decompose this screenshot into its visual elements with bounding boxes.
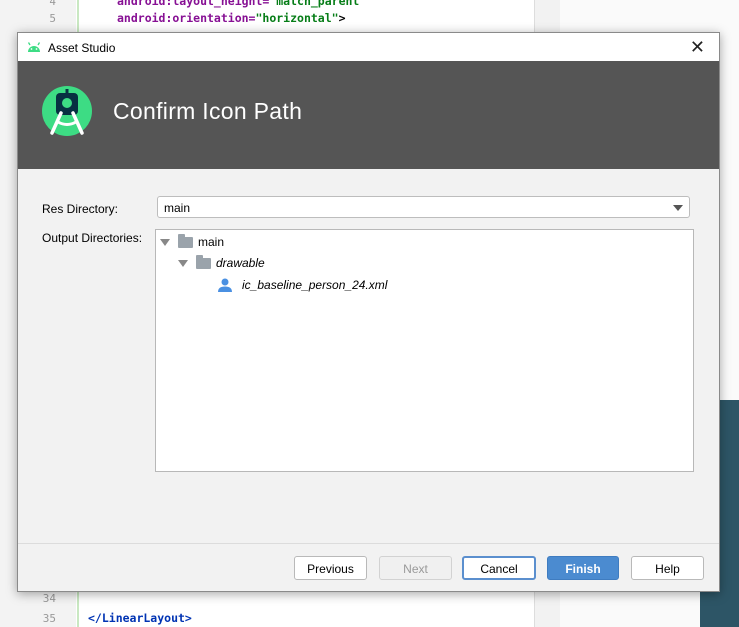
expand-triangle-icon[interactable] xyxy=(178,259,188,267)
line-number: 4 xyxy=(49,0,56,8)
code-attr: android:orientation= xyxy=(117,11,256,25)
code-string: "horizontal" xyxy=(255,11,339,25)
res-directory-value: main xyxy=(164,201,191,215)
tree-node-main[interactable]: main xyxy=(160,233,225,249)
tree-node-label: ic_baseline_person_24.xml xyxy=(242,278,388,292)
footer-divider xyxy=(18,543,719,544)
output-directories-tree[interactable]: main drawable ic_baseline_person_24.xml xyxy=(155,229,694,472)
dialog-heading: Confirm Icon Path xyxy=(113,98,303,124)
folder-icon xyxy=(196,254,211,269)
tree-node-label: main xyxy=(198,235,225,249)
line-number: 5 xyxy=(49,12,56,25)
res-directory-select[interactable]: main xyxy=(157,196,690,218)
asset-studio-dialog: Asset Studio ✕ Confirm Icon Path Res Dir… xyxy=(17,32,720,592)
code-line: android:layout_height="match_parent" xyxy=(117,0,366,8)
line-number: 35 xyxy=(42,612,56,625)
code-line: android:orientation="horizontal"> xyxy=(117,11,346,25)
android-studio-logo-icon xyxy=(42,86,92,136)
chevron-down-icon xyxy=(673,205,683,211)
dialog-banner: Confirm Icon Path xyxy=(18,61,719,169)
cancel-button[interactable]: Cancel xyxy=(462,556,536,580)
tree-node-label: drawable xyxy=(216,256,265,270)
output-directories-label: Output Directories: xyxy=(42,231,143,245)
code-punct: > xyxy=(338,11,346,25)
code-string: "match_parent" xyxy=(269,0,367,8)
tree-node-file[interactable]: ic_baseline_person_24.xml xyxy=(217,277,387,293)
close-icon[interactable]: ✕ xyxy=(690,37,705,57)
dialog-title: Asset Studio xyxy=(48,41,116,55)
tree-node-drawable[interactable]: drawable xyxy=(178,254,265,270)
finish-button[interactable]: Finish xyxy=(547,556,619,580)
previous-button[interactable]: Previous xyxy=(294,556,367,580)
person-icon xyxy=(218,278,232,292)
code-line: </LinearLayout> xyxy=(88,611,192,625)
android-icon xyxy=(27,42,41,52)
res-directory-label: Res Directory: xyxy=(42,202,119,216)
code-attr: android:layout_height= xyxy=(117,0,270,8)
expand-triangle-icon[interactable] xyxy=(160,238,170,246)
code-tag: </LinearLayout> xyxy=(88,611,192,625)
line-number: 34 xyxy=(42,592,56,605)
help-button[interactable]: Help xyxy=(631,556,704,580)
folder-icon xyxy=(178,233,193,248)
dialog-titlebar[interactable]: Asset Studio ✕ xyxy=(18,33,719,61)
next-button[interactable]: Next xyxy=(379,556,452,580)
